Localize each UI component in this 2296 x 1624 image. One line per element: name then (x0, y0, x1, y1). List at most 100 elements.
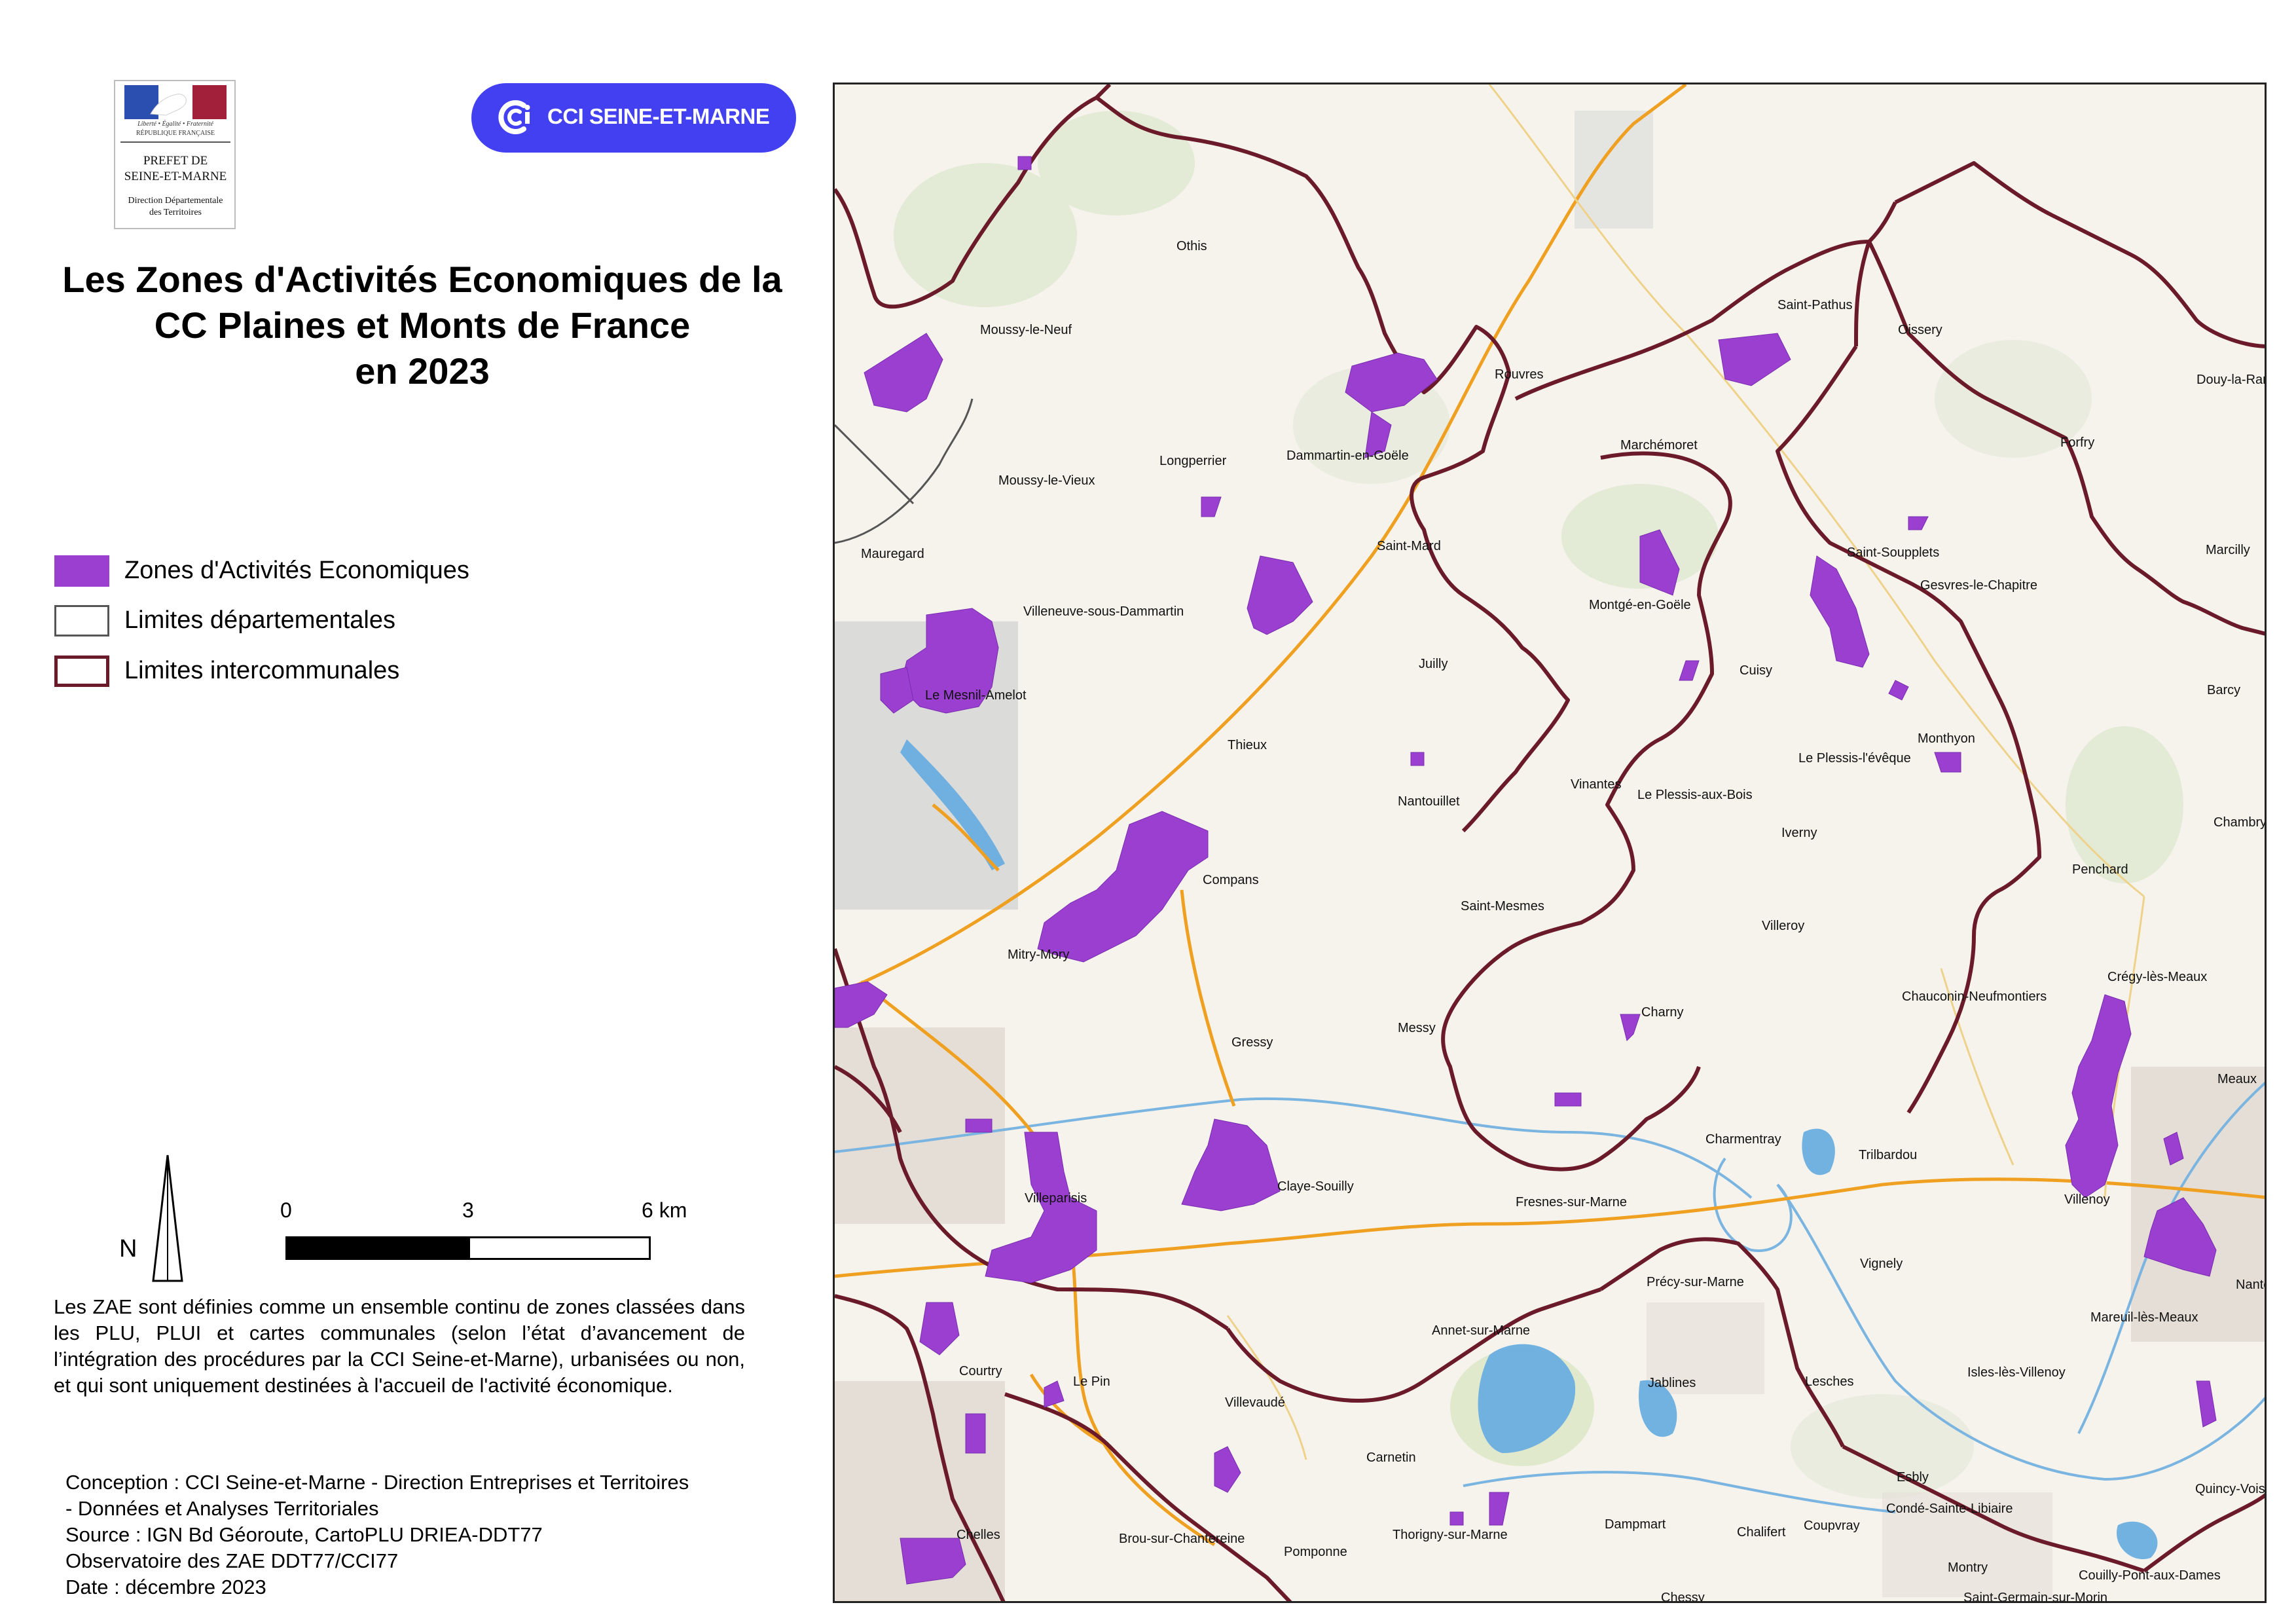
town-label: Mitry-Mory (1008, 948, 1070, 962)
town-label: Chambry (2214, 815, 2267, 830)
town-label: Barcy (2207, 683, 2241, 697)
legend-label-zae: Zones d'Activités Economiques (124, 557, 469, 584)
town-label: Gressy (1231, 1035, 1273, 1050)
map-title: Les Zones d'Activités Economiques de la … (62, 259, 782, 392)
marianne-flag-icon (124, 85, 227, 119)
north-arrow-icon (152, 1154, 183, 1282)
town-label: Thieux (1228, 738, 1267, 752)
credits: Conception : CCI Seine-et-Marne - Direct… (65, 1471, 689, 1598)
town-label: Coupvray (1804, 1519, 1860, 1533)
town-label: Montry (1948, 1560, 1988, 1575)
zae-chelles-2 (965, 1413, 986, 1454)
zae-definition-note: Les ZAE sont définies comme un ensemble … (54, 1295, 745, 1397)
town-label: Gesvres-le-Chapitre (1920, 578, 2037, 593)
town-label: Villeneuve-sous-Dammartin (1023, 604, 1184, 619)
town-label: Montgé-en-Goële (1589, 598, 1691, 612)
town-label: Saint-Mesmes (1461, 899, 1544, 913)
town-label: Le Pin (1073, 1375, 1110, 1389)
zae-small-1 (1017, 156, 1032, 170)
town-label: Esbly (1897, 1470, 1929, 1485)
town-label: Brou-sur-Chantereine (1119, 1532, 1245, 1546)
town-label: Villeparisis (1025, 1191, 1087, 1206)
town-label: Le Plessis-aux-Bois (1637, 788, 1753, 802)
town-label: Le Plessis-l'évêque (1798, 751, 1911, 766)
cci-mark-icon (498, 100, 530, 134)
town-label: Saint-Mard (1377, 539, 1441, 553)
town-label: Quincy-Voisins (2195, 1482, 2265, 1496)
town-label: Compans (1203, 873, 1259, 887)
scale-bar (285, 1236, 651, 1260)
town-label: Mareuil-lès-Meaux (2090, 1310, 2198, 1325)
town-label: Saint-Germain-sur-Morin (1963, 1591, 2108, 1603)
town-label: Charmentray (1705, 1132, 1781, 1147)
town-label: Villenoy (2064, 1192, 2110, 1207)
town-label: Vinantes (1571, 777, 1622, 792)
town-label: Monthyon (1918, 731, 1975, 746)
town-label: Annet-sur-Marne (1432, 1323, 1531, 1338)
town-label: Messy (1398, 1021, 1436, 1035)
town-label: Oissery (1898, 323, 1942, 337)
zae-small-7 (1554, 1092, 1582, 1107)
town-label: Villevaudé (1225, 1395, 1285, 1410)
scale-label-3: 3 (462, 1198, 474, 1222)
zae-small-5 (1410, 752, 1425, 766)
town-label: Condé-Sainte-Libiaire (1886, 1502, 2013, 1516)
town-label: Courtry (959, 1364, 1002, 1378)
town-label: Le Mesnil-Amelot (925, 688, 1027, 703)
town-label: Fresnes-sur-Marne (1516, 1195, 1628, 1209)
north-label: N (119, 1235, 137, 1263)
town-label: Mauregard (861, 547, 924, 561)
legend-label-interco: Limites intercommunales (124, 657, 400, 684)
scale-label-6: 6 km (642, 1198, 687, 1222)
town-label: Meaux (2217, 1072, 2257, 1086)
town-label: Saint-Soupplets (1847, 545, 1940, 560)
town-label: Crégy-lès-Meaux (2107, 970, 2208, 984)
town-label: Lesches (1805, 1375, 1854, 1389)
town-label: Cuisy (1740, 663, 1773, 678)
prefet-logo: Liberté • Égalité • Fraternité RÉPUBLIQU… (114, 80, 236, 229)
town-label: Précy-sur-Marne (1647, 1275, 1744, 1289)
town-label: Moussy-le-Neuf (980, 323, 1072, 337)
town-label: Pomponne (1284, 1545, 1347, 1559)
town-label: Moussy-le-Vieux (998, 473, 1095, 488)
town-label: Iverny (1781, 826, 1817, 840)
prefet-motto: Liberté • Égalité • Fraternité (137, 120, 213, 128)
town-label: Chalifert (1737, 1525, 1786, 1540)
town-label: Vignely (1860, 1257, 1903, 1271)
town-label: Juilly (1419, 657, 1448, 671)
town-label: Claye-Souilly (1277, 1179, 1354, 1194)
town-label: Charny (1641, 1005, 1684, 1020)
town-label: Couilly-Pont-aux-Dames (2079, 1568, 2221, 1583)
town-label: Isles-lès-Villenoy (1967, 1365, 2066, 1380)
town-label: Marchémoret (1620, 438, 1698, 452)
town-label: Villeroy (1762, 919, 1805, 933)
town-label: Penchard (2072, 862, 2128, 877)
town-label: Marcilly (2206, 543, 2250, 557)
scale-label-0: 0 (280, 1198, 292, 1222)
zae-thorigny (1449, 1511, 1464, 1526)
zae-villeparisis-2 (965, 1118, 993, 1133)
prefet-republic: RÉPUBLIQUE FRANÇAISE (136, 130, 215, 137)
town-label: Dammartin-en-Goële (1286, 449, 1409, 463)
town-label: Trilbardou (1859, 1148, 1918, 1162)
legend-swatch-zae (54, 555, 109, 587)
town-label: Nantouillet (1398, 794, 1460, 809)
prefet-title: PREFET DE SEINE-ET-MARNE (124, 154, 227, 183)
town-label: Forfry (2060, 435, 2095, 450)
town-label: Dampmart (1605, 1517, 1666, 1532)
town-label: Carnetin (1366, 1450, 1416, 1465)
legend-swatch-departement (54, 605, 109, 637)
town-label: Chelles (957, 1528, 1000, 1542)
town-label: Thorigny-sur-Marne (1393, 1528, 1508, 1542)
town-label: Jablines (1648, 1376, 1696, 1390)
map-frame[interactable]: Othis Moussy-le-Neuf Saint-Pathus Oisser… (833, 83, 2267, 1603)
town-label: Othis (1176, 239, 1207, 253)
legend-swatch-interco (54, 655, 109, 687)
prefet-divider (120, 141, 230, 143)
town-label: Rouvres (1495, 367, 1544, 382)
cci-logo: CCI SEINE-ET-MARNE (471, 83, 796, 153)
town-label: Longperrier (1159, 454, 1227, 468)
town-label: Nanteuil (2236, 1278, 2265, 1292)
prefet-direction: Direction Départementale des Territoires (128, 196, 223, 217)
town-label: Douy-la-Ramée (2196, 373, 2265, 387)
